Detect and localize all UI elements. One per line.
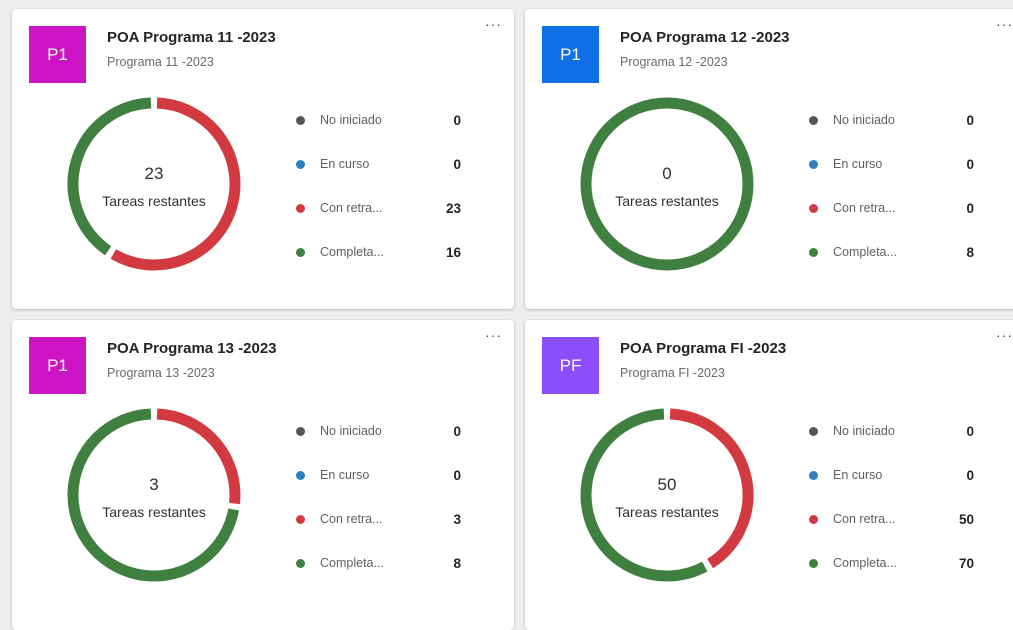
plan-subtitle: Programa 13 -2023: [107, 366, 215, 380]
plan-card[interactable]: P1 POA Programa 11 -2023 Programa 11 -20…: [12, 9, 514, 309]
plan-card[interactable]: P1 POA Programa 13 -2023 Programa 13 -20…: [12, 320, 514, 630]
legend-dot: [809, 514, 818, 524]
remaining-label: Tareas restantes: [102, 193, 206, 209]
legend-not-started: No iniciado 0: [296, 421, 461, 441]
legend-label: Completa...: [320, 245, 384, 259]
remaining-count: 23: [144, 164, 164, 183]
remaining-label: Tareas restantes: [102, 504, 206, 520]
plan-card[interactable]: PF POA Programa FI -2023 Programa FI -20…: [525, 320, 1013, 630]
legend-not-started: No iniciado 0: [809, 421, 974, 441]
legend-completed: Completa... 8: [296, 553, 461, 573]
legend-label: Completa...: [833, 556, 897, 570]
legend-value: 70: [958, 555, 974, 571]
legend-dot: [809, 426, 818, 436]
legend-not-started: No iniciado 0: [296, 110, 461, 130]
legend-dot: [809, 558, 818, 568]
legend-value: 0: [453, 423, 461, 439]
remaining-label: Tareas restantes: [615, 504, 719, 520]
plan-avatar: P1: [29, 26, 86, 83]
legend-in-progress: En curso 0: [809, 465, 974, 485]
legend-value: 0: [966, 200, 974, 216]
legend-dot: [809, 470, 818, 480]
legend-in-progress: En curso 0: [296, 154, 461, 174]
legend-dot: [809, 115, 818, 125]
legend-value: 23: [445, 200, 461, 216]
legend-label: Completa...: [320, 556, 384, 570]
legend-value: 0: [453, 156, 461, 172]
legend-label: En curso: [833, 157, 883, 171]
legend-late: Con retra... 50: [809, 509, 974, 529]
legend-label: No iniciado: [833, 113, 895, 127]
plan-title[interactable]: POA Programa FI -2023: [620, 340, 786, 357]
legend-value: 0: [966, 423, 974, 439]
legend-value: 50: [958, 511, 974, 527]
remaining-count: 50: [657, 475, 677, 494]
legend-value: 0: [966, 156, 974, 172]
legend-label: Con retra...: [320, 201, 383, 215]
legend-label: En curso: [320, 468, 370, 482]
legend-value: 0: [453, 467, 461, 483]
legend-dot: [296, 470, 305, 480]
legend-dot: [296, 426, 305, 436]
plan-avatar: PF: [542, 337, 599, 394]
more-options-icon[interactable]: ···: [485, 328, 502, 342]
legend-label: No iniciado: [320, 424, 382, 438]
donut-segment: [110, 97, 241, 271]
legend-label: Con retra...: [833, 201, 896, 215]
legend-value: 16: [445, 244, 461, 260]
legend-value: 8: [453, 555, 461, 571]
plan-card[interactable]: P1 POA Programa 12 -2023 Programa 12 -20…: [525, 9, 1013, 309]
legend-value: 0: [966, 467, 974, 483]
donut-segment: [580, 408, 708, 582]
legend-dot: [296, 203, 305, 213]
legend-value: 0: [966, 112, 974, 128]
donut-chart: [580, 408, 754, 582]
donut-segment: [580, 97, 754, 271]
plan-title[interactable]: POA Programa 12 -2023: [620, 29, 790, 46]
legend-value: 8: [966, 244, 974, 260]
legend-late: Con retra... 23: [296, 198, 461, 218]
legend-label: En curso: [320, 157, 370, 171]
donut-chart: [67, 97, 241, 271]
remaining-label: Tareas restantes: [615, 193, 719, 209]
legend-label: Con retra...: [833, 512, 896, 526]
legend-label: Con retra...: [320, 512, 383, 526]
legend-label: En curso: [833, 468, 883, 482]
legend-completed: Completa... 8: [809, 242, 974, 262]
legend-label: No iniciado: [833, 424, 895, 438]
plan-subtitle: Programa 11 -2023: [107, 55, 214, 69]
legend-dot: [809, 247, 818, 257]
legend-completed: Completa... 16: [296, 242, 461, 262]
legend-dot: [296, 115, 305, 125]
donut-chart: [580, 97, 754, 271]
more-options-icon[interactable]: ···: [996, 328, 1013, 342]
legend-dot: [296, 247, 305, 257]
legend-in-progress: En curso 0: [296, 465, 461, 485]
plan-title[interactable]: POA Programa 11 -2023: [107, 29, 276, 46]
remaining-count: 0: [662, 164, 672, 183]
plan-avatar: P1: [542, 26, 599, 83]
legend-label: No iniciado: [320, 113, 382, 127]
plan-avatar: P1: [29, 337, 86, 394]
plan-subtitle: Programa FI -2023: [620, 366, 725, 380]
legend-completed: Completa... 70: [809, 553, 974, 573]
legend-late: Con retra... 3: [296, 509, 461, 529]
legend-value: 0: [453, 112, 461, 128]
legend-dot: [296, 159, 305, 169]
plan-title[interactable]: POA Programa 13 -2023: [107, 340, 277, 357]
more-options-icon[interactable]: ···: [485, 17, 502, 31]
legend-label: Completa...: [833, 245, 897, 259]
legend-dot: [809, 203, 818, 213]
legend-late: Con retra... 0: [809, 198, 974, 218]
plan-subtitle: Programa 12 -2023: [620, 55, 728, 69]
remaining-count: 3: [149, 475, 159, 494]
legend-value: 3: [453, 511, 461, 527]
legend-in-progress: En curso 0: [809, 154, 974, 174]
legend-not-started: No iniciado 0: [809, 110, 974, 130]
donut-chart: [67, 408, 241, 582]
legend-dot: [296, 514, 305, 524]
more-options-icon[interactable]: ···: [996, 17, 1013, 31]
legend-dot: [809, 159, 818, 169]
legend-dot: [296, 558, 305, 568]
